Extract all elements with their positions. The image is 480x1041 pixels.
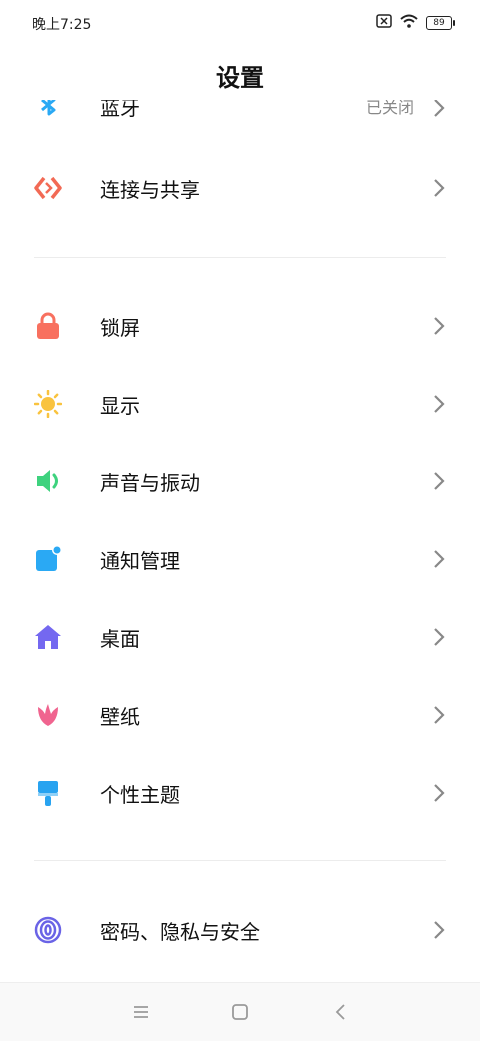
- bluetooth-icon: [38, 100, 60, 120]
- settings-item-label: 通知管理: [100, 549, 180, 573]
- chevron-right-icon: [432, 471, 446, 491]
- settings-item-label: 锁屏: [100, 316, 140, 340]
- brush-icon: [34, 779, 62, 807]
- home-square-icon[interactable]: [229, 1001, 251, 1023]
- page-title: 设置: [216, 64, 264, 92]
- wifi-icon: [400, 13, 418, 32]
- section-divider: [34, 860, 446, 861]
- chevron-right-icon: [432, 920, 446, 940]
- section-divider: [34, 257, 446, 258]
- no-sim-icon: [376, 13, 392, 32]
- settings-item-privacy-security[interactable]: 密码、隐私与安全: [0, 900, 480, 960]
- lock-icon: [34, 312, 62, 340]
- settings-item-connection[interactable]: 连接与共享: [0, 158, 480, 218]
- navigation-bar: [0, 982, 480, 1041]
- notification-icon: [34, 545, 62, 573]
- settings-item-label: 个性主题: [100, 783, 180, 807]
- chevron-right-icon: [432, 316, 446, 336]
- settings-item-label: 声音与振动: [100, 471, 200, 495]
- settings-item-bluetooth[interactable]: 蓝牙 已关闭: [0, 100, 480, 124]
- battery-icon: 89: [426, 15, 455, 30]
- settings-item-desktop[interactable]: 桌面: [0, 607, 480, 667]
- settings-item-wallpaper[interactable]: 壁纸: [0, 685, 480, 745]
- settings-item-display[interactable]: 显示: [0, 374, 480, 434]
- settings-item-label: 蓝牙: [100, 100, 140, 120]
- chevron-right-icon: [432, 394, 446, 414]
- settings-item-value: 已关闭: [365, 100, 414, 117]
- tulip-icon: [34, 701, 62, 729]
- settings-item-label: 桌面: [100, 627, 140, 651]
- chevron-right-icon: [432, 783, 446, 803]
- home-icon: [34, 623, 62, 651]
- chevron-right-icon: [432, 705, 446, 725]
- status-icons: 89: [376, 13, 455, 32]
- status-bar: 晚上7:25 89: [0, 0, 480, 44]
- speaker-icon: [34, 467, 62, 495]
- chevron-right-icon: [432, 100, 446, 122]
- fingerprint-icon: [34, 916, 62, 944]
- menu-icon[interactable]: [130, 1001, 152, 1023]
- settings-item-notifications[interactable]: 通知管理: [0, 529, 480, 589]
- status-time: 晚上7:25: [32, 17, 92, 33]
- sun-icon: [33, 389, 63, 419]
- chevron-right-icon: [432, 549, 446, 569]
- back-icon[interactable]: [330, 1001, 352, 1023]
- chevron-right-icon: [432, 627, 446, 647]
- settings-item-label: 密码、隐私与安全: [100, 920, 260, 944]
- connection-share-icon: [34, 174, 62, 202]
- settings-item-label: 显示: [100, 394, 140, 418]
- settings-item-label: 壁纸: [100, 705, 140, 729]
- chevron-right-icon: [432, 178, 446, 198]
- settings-item-themes[interactable]: 个性主题: [0, 763, 480, 823]
- settings-item-sound[interactable]: 声音与振动: [0, 451, 480, 511]
- settings-item-label: 连接与共享: [100, 178, 200, 202]
- settings-item-lockscreen[interactable]: 锁屏: [0, 296, 480, 356]
